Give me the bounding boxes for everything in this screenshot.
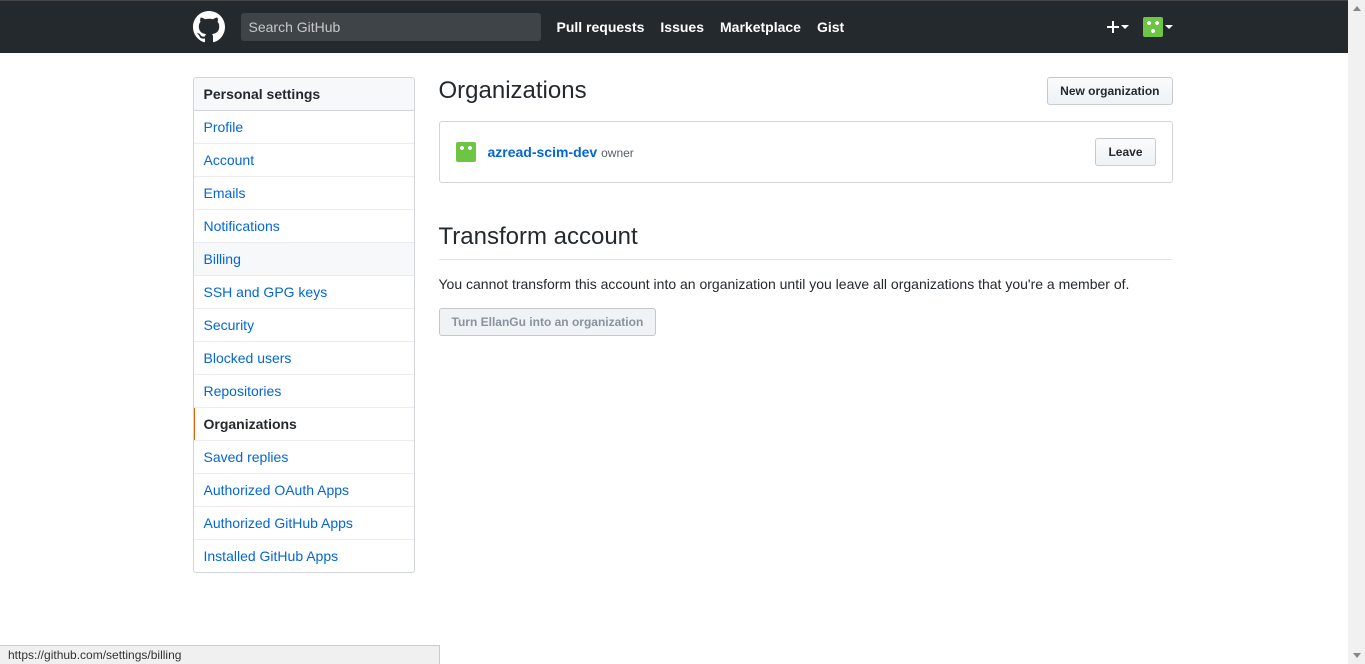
plus-icon [1107, 19, 1119, 35]
caret-down-icon [1121, 25, 1129, 29]
nav-gist[interactable]: Gist [817, 19, 844, 35]
sidebar-item-notifications[interactable]: Notifications [194, 210, 414, 243]
triangle-up-icon [1353, 6, 1361, 11]
org-role: owner [601, 146, 634, 160]
nav-issues[interactable]: Issues [660, 19, 704, 35]
settings-sidebar: Personal settings Profile Account Emails… [193, 77, 415, 573]
sidebar-item-organizations[interactable]: Organizations [194, 408, 414, 441]
sidebar-item-emails[interactable]: Emails [194, 177, 414, 210]
vertical-scrollbar[interactable] [1348, 0, 1365, 664]
transform-account-button: Turn EllanGu into an organization [439, 308, 657, 336]
github-logo[interactable] [193, 11, 225, 43]
user-avatar-icon [1143, 17, 1163, 37]
nav-pulls[interactable]: Pull requests [557, 19, 645, 35]
header-nav: Pull requests Issues Marketplace Gist [557, 19, 845, 35]
sidebar-item-repositories[interactable]: Repositories [194, 375, 414, 408]
main-container: Personal settings Profile Account Emails… [193, 77, 1173, 573]
sidebar-item-oauth-apps[interactable]: Authorized OAuth Apps [194, 474, 414, 507]
create-new-dropdown[interactable] [1107, 19, 1129, 35]
triangle-down-icon [1353, 653, 1361, 658]
search-input[interactable] [249, 19, 533, 35]
org-avatar-icon [456, 142, 476, 162]
caret-down-icon [1165, 25, 1173, 29]
header-right [1107, 17, 1173, 37]
transform-description: You cannot transform this account into a… [439, 276, 1173, 292]
sidebar-item-profile[interactable]: Profile [194, 111, 414, 144]
settings-menu: Personal settings Profile Account Emails… [193, 77, 415, 573]
sidebar-item-account[interactable]: Account [194, 144, 414, 177]
user-menu-dropdown[interactable] [1143, 17, 1173, 37]
organization-row: azread-scim-dev owner Leave [439, 121, 1173, 183]
scroll-down-button[interactable] [1348, 647, 1365, 664]
divider [439, 259, 1173, 260]
top-header: Pull requests Issues Marketplace Gist [0, 0, 1365, 53]
sidebar-item-billing[interactable]: Billing [194, 243, 414, 276]
transform-title: Transform account [439, 223, 1173, 251]
sidebar-item-github-apps[interactable]: Authorized GitHub Apps [194, 507, 414, 540]
sidebar-item-security[interactable]: Security [194, 309, 414, 342]
page-title: Organizations [439, 77, 587, 105]
sidebar-item-blocked[interactable]: Blocked users [194, 342, 414, 375]
org-link[interactable]: azread-scim-dev [488, 144, 598, 160]
org-name-wrap: azread-scim-dev owner [488, 144, 634, 160]
new-organization-button[interactable]: New organization [1047, 77, 1172, 105]
scroll-up-button[interactable] [1348, 0, 1365, 17]
top-header-inner: Pull requests Issues Marketplace Gist [193, 1, 1173, 53]
sidebar-item-saved-replies[interactable]: Saved replies [194, 441, 414, 474]
sidebar-item-ssh-gpg[interactable]: SSH and GPG keys [194, 276, 414, 309]
subhead-organizations: Organizations New organization [439, 77, 1173, 105]
search-container [241, 13, 541, 41]
menu-heading: Personal settings [194, 78, 414, 111]
nav-marketplace[interactable]: Marketplace [720, 19, 801, 35]
sidebar-item-installed-apps[interactable]: Installed GitHub Apps [194, 540, 414, 572]
browser-status-bar: https://github.com/settings/billing [0, 645, 440, 664]
main-content: Organizations New organization azread-sc… [439, 77, 1173, 573]
leave-org-button[interactable]: Leave [1095, 138, 1155, 166]
